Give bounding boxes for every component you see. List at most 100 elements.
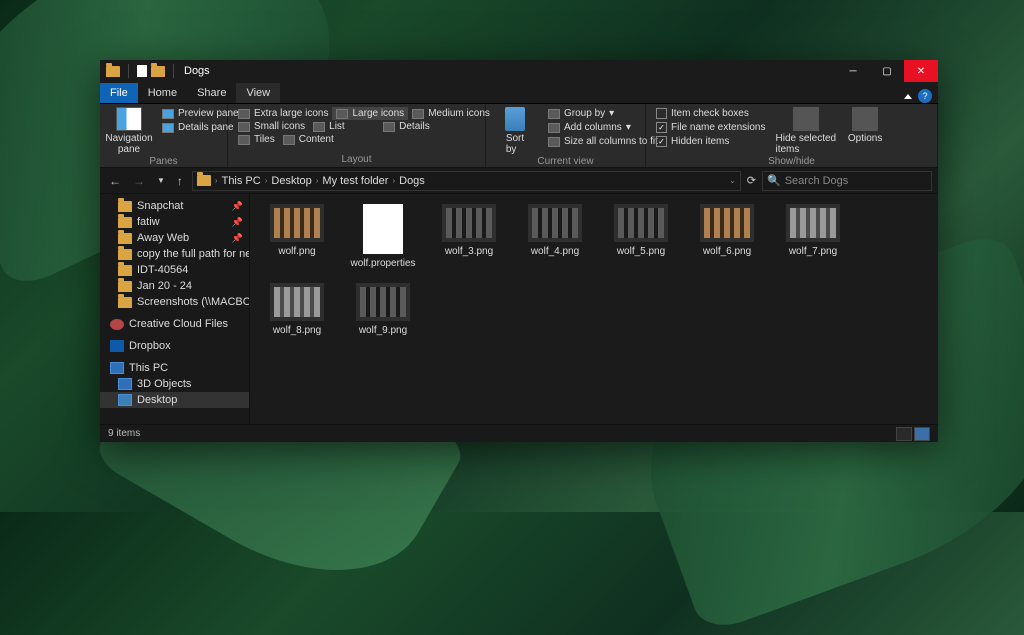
back-button[interactable]: ← <box>106 174 124 188</box>
file-grid[interactable]: wolf.png wolf.properties wolf_3.png wolf_4.… <box>250 194 938 424</box>
tab-home[interactable]: Home <box>138 83 187 103</box>
size-columns-button[interactable]: Size all columns to fit <box>544 135 662 148</box>
breadcrumb-item[interactable]: Dogs <box>399 175 425 187</box>
details-view-button[interactable] <box>896 427 912 441</box>
file-name: wolf_3.png <box>445 246 493 257</box>
sidebar-item[interactable]: Jan 20 - 24 <box>100 278 249 294</box>
explorer-window: Dogs ─ ▢ ✕ File Home Share View ? Naviga… <box>100 60 938 440</box>
folder-icon <box>118 233 132 244</box>
hide-selected-button[interactable]: Hide selected items <box>776 107 837 155</box>
file-name: wolf.properties <box>350 258 415 269</box>
folder-icon <box>118 201 132 212</box>
minimize-button[interactable]: ─ <box>836 60 870 82</box>
layout-extra-large[interactable]: Extra large icons <box>234 107 332 120</box>
refresh-button[interactable]: ⟳ <box>747 174 756 187</box>
navigation-pane-button[interactable]: Navigation pane <box>106 107 152 155</box>
sidebar-item[interactable]: copy the full path for netw📌 <box>100 246 249 262</box>
breadcrumb-item[interactable]: Desktop <box>271 175 311 187</box>
options-button[interactable]: Options <box>842 107 888 144</box>
drive-icon <box>118 394 132 406</box>
file-item[interactable]: wolf_7.png <box>770 204 856 269</box>
file-item[interactable]: wolf_3.png <box>426 204 512 269</box>
ribbon: Navigation pane Preview pane Details pan… <box>100 104 938 168</box>
file-name: wolf_5.png <box>617 246 665 257</box>
ribbon-collapse-icon[interactable] <box>904 94 912 99</box>
sort-by-button[interactable]: Sort by <box>492 107 538 155</box>
sidebar-item-dropbox[interactable]: Dropbox <box>100 338 249 354</box>
group-label: Layout <box>234 153 479 165</box>
forward-button[interactable]: → <box>130 174 148 188</box>
search-box[interactable]: 🔍 Search Dogs <box>762 171 932 191</box>
image-thumbnail <box>786 204 840 242</box>
recent-button[interactable]: ▼ <box>154 176 168 185</box>
file-item[interactable]: wolf_8.png <box>254 283 340 336</box>
hidden-items[interactable]: ✓Hidden items <box>652 135 770 148</box>
close-button[interactable]: ✕ <box>904 60 938 82</box>
breadcrumb[interactable]: › This PC› Desktop› My test folder› Dogs… <box>192 171 741 191</box>
file-name-extensions[interactable]: ✓File name extensions <box>652 121 770 134</box>
image-thumbnail <box>528 204 582 242</box>
add-columns-button[interactable]: Add columns ▾ <box>544 121 662 134</box>
pc-icon <box>110 362 124 374</box>
layout-tiles[interactable]: Tiles <box>234 133 279 146</box>
image-thumbnail <box>614 204 668 242</box>
file-name: wolf.png <box>278 246 315 257</box>
image-thumbnail <box>442 204 496 242</box>
layout-content[interactable]: Content <box>279 133 338 146</box>
doc-icon <box>137 65 147 77</box>
breadcrumb-item[interactable]: This PC <box>222 175 261 187</box>
item-count: 9 items <box>108 428 140 439</box>
up-button[interactable]: ↑ <box>174 174 186 188</box>
file-item[interactable]: wolf.png <box>254 204 340 269</box>
titlebar[interactable]: Dogs ─ ▢ ✕ <box>100 60 938 82</box>
folder-icon <box>118 217 132 228</box>
folder-icon <box>118 281 132 292</box>
tab-view[interactable]: View <box>236 83 280 103</box>
sidebar-item[interactable]: Away Web📌 <box>100 230 249 246</box>
file-name: wolf_6.png <box>703 246 751 257</box>
layout-medium[interactable]: Medium icons <box>408 107 494 120</box>
item-check-boxes[interactable]: Item check boxes <box>652 107 770 120</box>
search-placeholder: Search Dogs <box>785 175 849 187</box>
folder-icon <box>197 175 211 186</box>
sidebar-item-thispc[interactable]: This PC <box>100 360 249 376</box>
cloud-icon <box>110 319 124 330</box>
icons-view-button[interactable] <box>914 427 930 441</box>
image-thumbnail <box>700 204 754 242</box>
maximize-button[interactable]: ▢ <box>870 60 904 82</box>
dropbox-icon <box>110 340 124 352</box>
search-icon: 🔍 <box>767 174 781 187</box>
file-item[interactable]: wolf_6.png <box>684 204 770 269</box>
folder-icon <box>118 297 132 308</box>
breadcrumb-item[interactable]: My test folder <box>322 175 388 187</box>
sidebar-item[interactable]: IDT-40564 <box>100 262 249 278</box>
layout-small[interactable]: Small icons <box>234 120 309 133</box>
image-thumbnail <box>270 204 324 242</box>
file-item[interactable]: wolf_9.png <box>340 283 426 336</box>
sidebar-item-ccf[interactable]: Creative Cloud Files <box>100 316 249 332</box>
folder-icon <box>118 265 132 276</box>
group-by-button[interactable]: Group by ▾ <box>544 107 662 120</box>
ribbon-tabs: File Home Share View ? <box>100 82 938 104</box>
image-thumbnail <box>356 283 410 321</box>
file-name: wolf_8.png <box>273 325 321 336</box>
tab-share[interactable]: Share <box>187 83 236 103</box>
sidebar-item[interactable]: Snapchat📌 <box>100 198 249 214</box>
file-item[interactable]: wolf.properties <box>340 204 426 269</box>
layout-list[interactable]: List <box>309 120 379 133</box>
sidebar-item[interactable]: 3D Objects <box>100 376 249 392</box>
file-item[interactable]: wolf_5.png <box>598 204 684 269</box>
sidebar-item[interactable]: fatiw📌 <box>100 214 249 230</box>
address-bar: ← → ▼ ↑ › This PC› Desktop› My test fold… <box>100 168 938 194</box>
group-label: Panes <box>106 155 221 167</box>
image-thumbnail <box>270 283 324 321</box>
layout-large[interactable]: Large icons <box>332 107 408 120</box>
file-item[interactable]: wolf_4.png <box>512 204 598 269</box>
file-name: wolf_7.png <box>789 246 837 257</box>
help-icon[interactable]: ? <box>918 89 932 103</box>
tab-file[interactable]: File <box>100 83 138 103</box>
sidebar-item[interactable]: Desktop <box>100 392 249 408</box>
layout-details[interactable]: Details <box>379 120 434 133</box>
sidebar-item[interactable]: Screenshots (\\MACBOOK <box>100 294 249 310</box>
drive-icon <box>118 378 132 390</box>
